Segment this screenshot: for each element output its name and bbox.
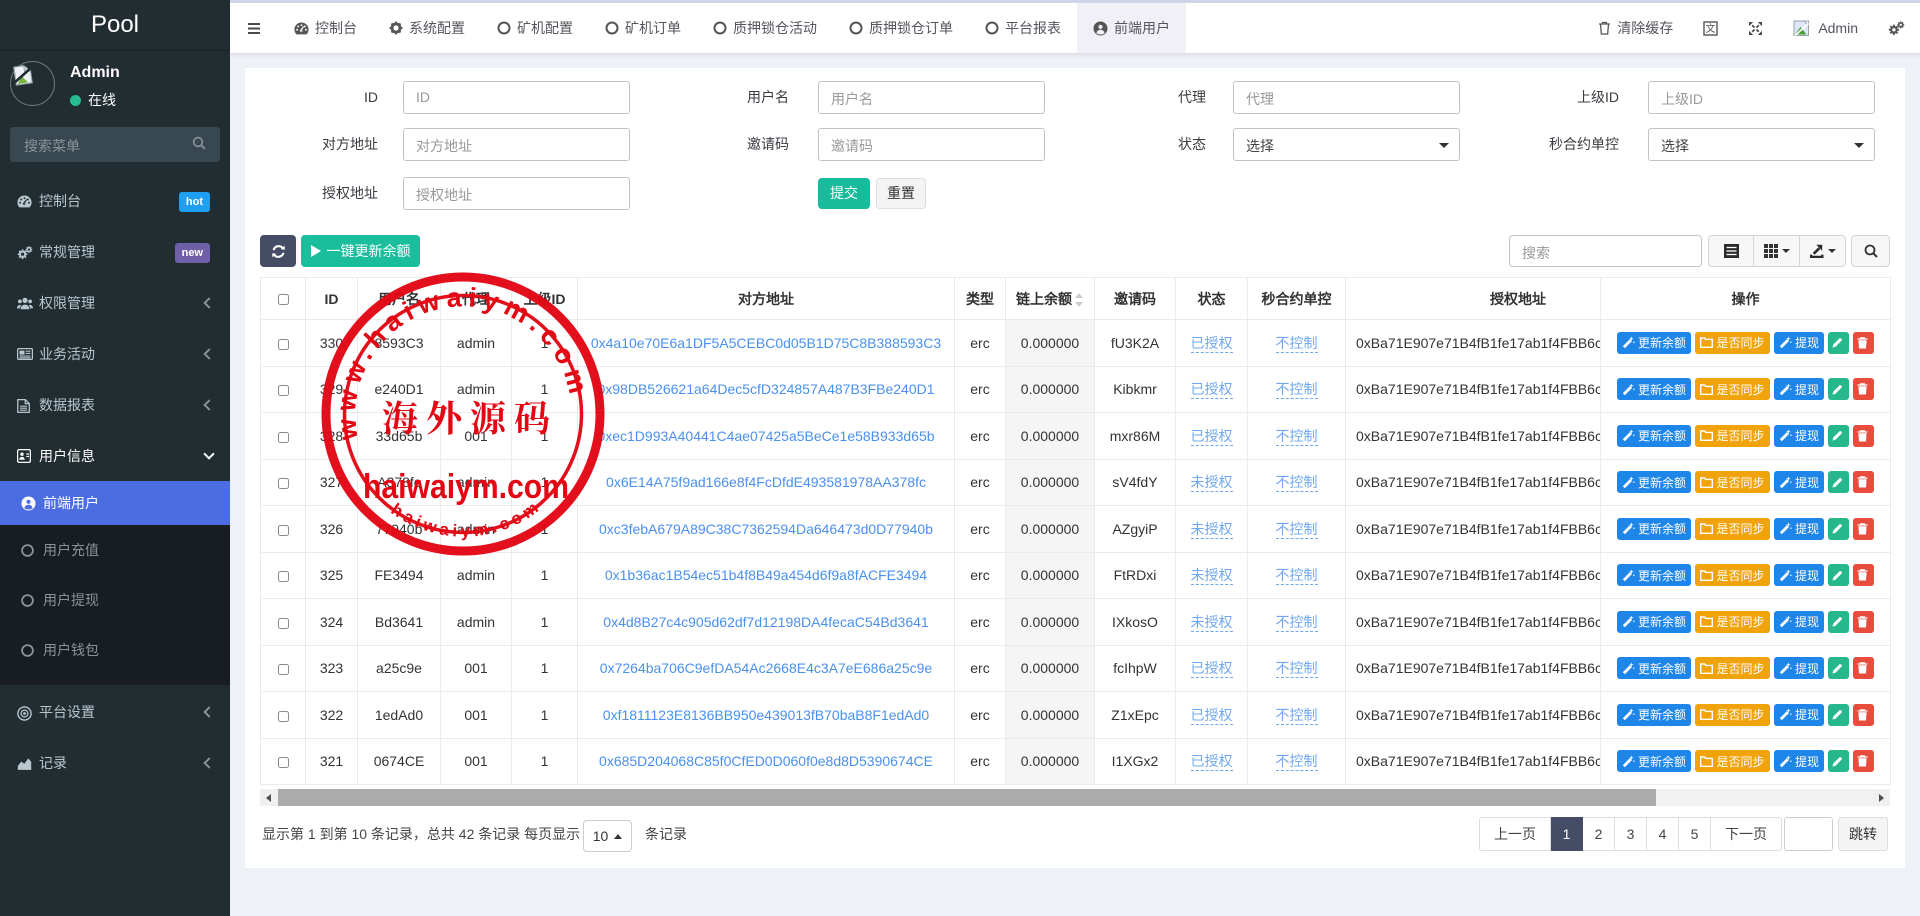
svg-text:海外源码: 海外源码 bbox=[382, 391, 550, 442]
svg-text:文: 文 bbox=[1706, 22, 1716, 35]
svg-text:haiwaiym.com: haiwaiym.com bbox=[363, 468, 569, 506]
svg-text:www.haiwaiym.com: www.haiwaiym.com bbox=[331, 282, 595, 442]
